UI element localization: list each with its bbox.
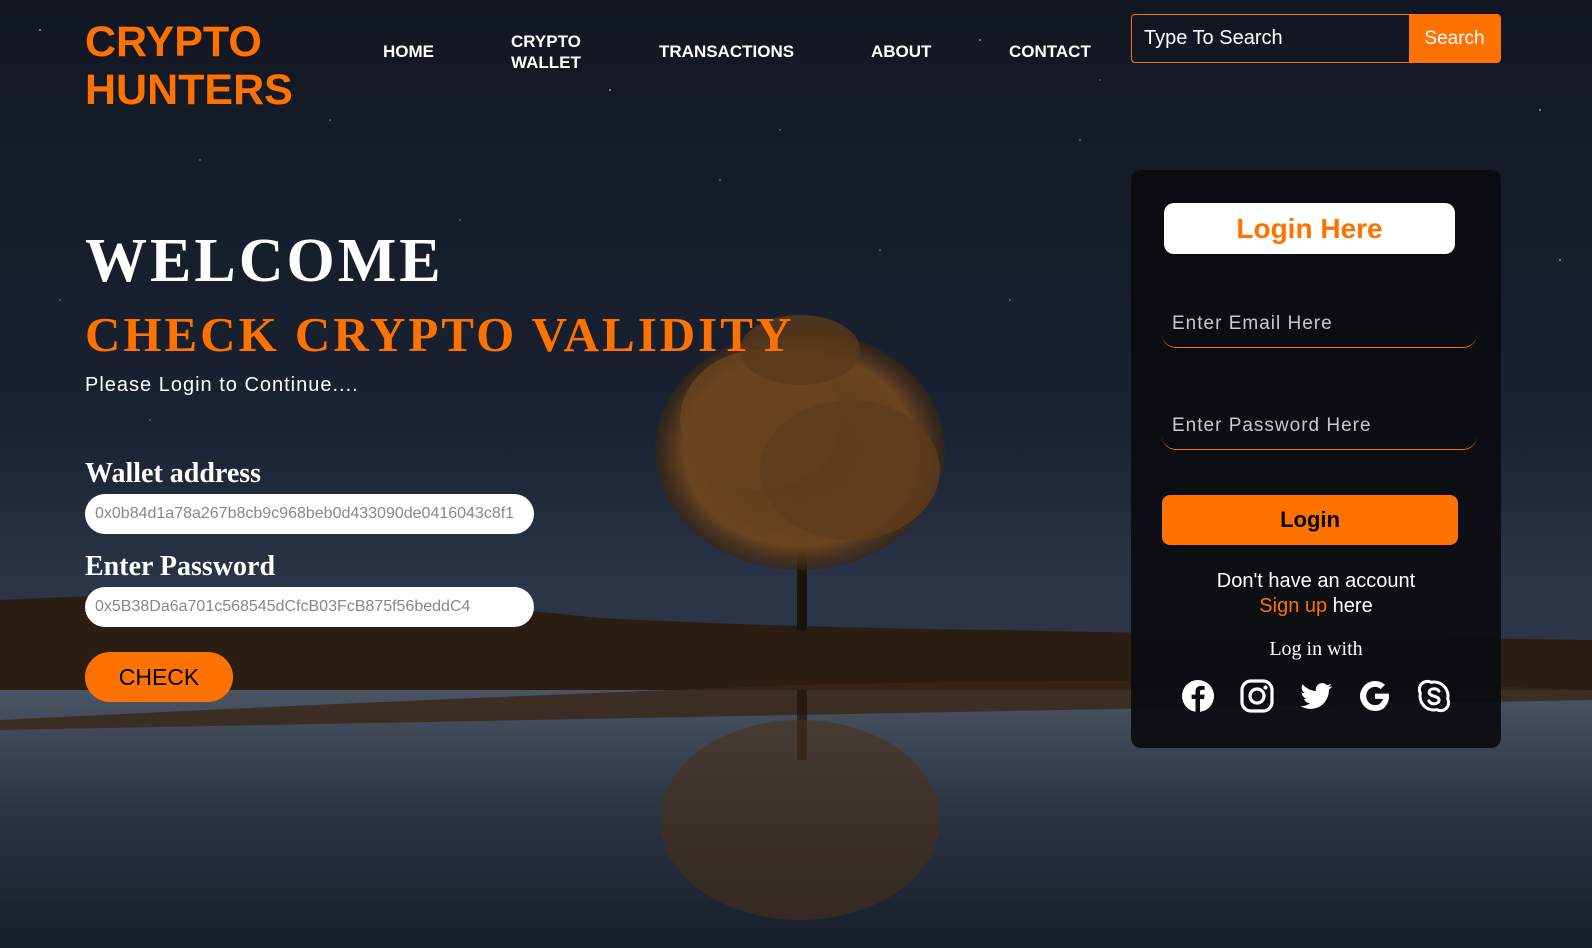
twitter-icon[interactable]	[1298, 678, 1334, 714]
login-button[interactable]: Login	[1162, 495, 1458, 545]
wallet-address-label: Wallet address	[85, 458, 262, 489]
brand-line-1: CRYPTO	[85, 18, 262, 66]
nav-crypto-wallet[interactable]: CRYPTO WALLET	[511, 31, 581, 73]
no-account-text: Don't have an account	[1216, 570, 1416, 592]
search-input[interactable]	[1132, 15, 1409, 62]
login-prompt: Please Login to Continue....	[85, 374, 359, 396]
enter-password-label: Enter Password	[85, 551, 276, 582]
wallet-address-input[interactable]	[85, 494, 534, 534]
nav-crypto-wallet-line-2: WALLET	[511, 53, 581, 72]
nav-about[interactable]: ABOUT	[871, 41, 931, 62]
login-panel: Login Here Login Don't have an account S…	[1131, 170, 1501, 748]
check-crypto-heading: CHECK CRYPTO VALIDITY	[85, 307, 795, 362]
check-button[interactable]: CHECK	[85, 652, 233, 702]
search-bar: Search	[1131, 14, 1501, 63]
google-icon[interactable]	[1357, 678, 1393, 714]
password-field[interactable]	[1162, 402, 1477, 450]
check-password-input[interactable]	[85, 587, 534, 627]
instagram-icon[interactable]	[1239, 678, 1275, 714]
brand-logo[interactable]: CRYPTO HUNTERS	[85, 18, 293, 114]
nav-transactions[interactable]: TRANSACTIONS	[659, 41, 794, 62]
nav-crypto-wallet-line-1: CRYPTO	[511, 32, 581, 51]
signup-link[interactable]: Sign up	[1259, 595, 1327, 617]
welcome-heading: WELCOME	[85, 227, 444, 295]
signup-prompt: Don't have an account Sign up here	[1131, 569, 1501, 619]
skype-icon[interactable]	[1416, 678, 1452, 714]
facebook-icon[interactable]	[1180, 678, 1216, 714]
nav-home[interactable]: HOME	[383, 41, 434, 62]
brand-line-2: HUNTERS	[85, 66, 293, 114]
login-with-label: Log in with	[1269, 638, 1363, 660]
social-login-icons	[1180, 678, 1452, 714]
email-field[interactable]	[1162, 300, 1477, 348]
login-panel-title: Login Here	[1164, 203, 1455, 254]
nav-contact[interactable]: CONTACT	[1009, 41, 1091, 62]
search-button[interactable]: Search	[1409, 15, 1500, 62]
signup-suffix: here	[1327, 595, 1373, 617]
